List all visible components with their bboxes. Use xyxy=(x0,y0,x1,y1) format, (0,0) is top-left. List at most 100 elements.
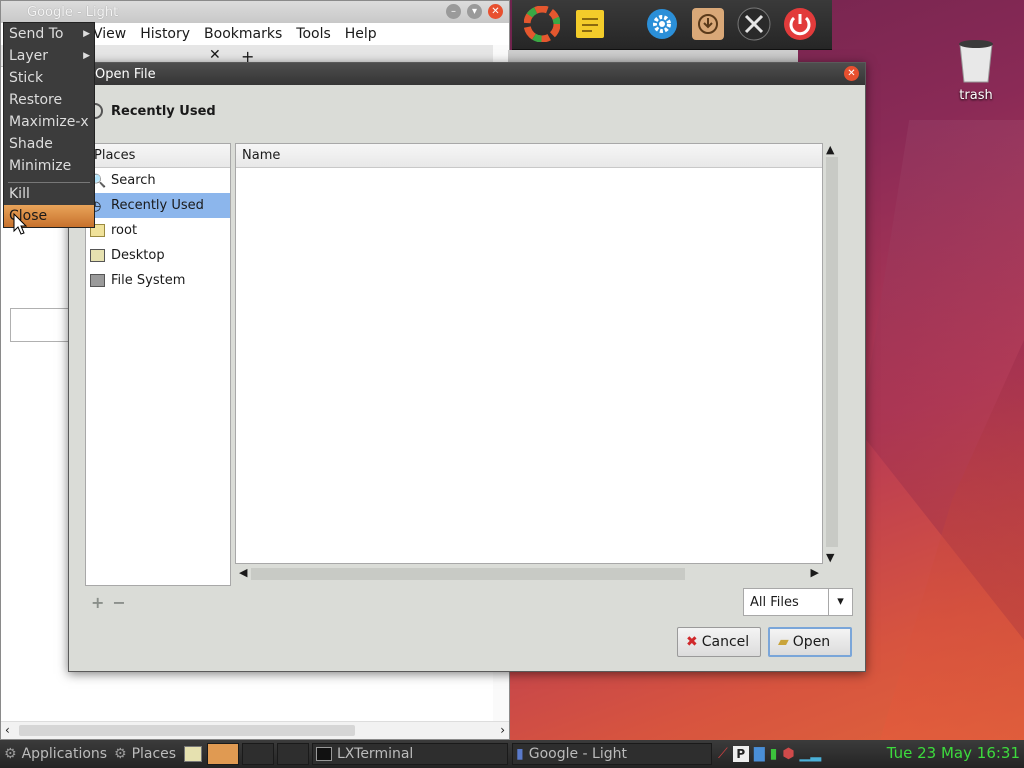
color-wheel-icon[interactable] xyxy=(524,6,560,42)
add-bookmark-icon[interactable]: + xyxy=(91,593,104,612)
place-desktop[interactable]: Desktop xyxy=(86,243,230,268)
desktop-trash[interactable]: trash xyxy=(950,38,1002,103)
app-dock xyxy=(512,0,832,50)
places-menu[interactable]: ⚙ Places xyxy=(114,744,176,764)
menu-item-send-to[interactable]: Send To ▶ xyxy=(4,23,94,45)
place-label: Search xyxy=(111,173,156,188)
menu-item-minimize[interactable]: Minimize xyxy=(4,155,94,177)
task-browser-content: ▮ Google - Light xyxy=(516,744,627,764)
database-icon[interactable]: ▮ xyxy=(770,746,778,762)
close-tab-icon[interactable]: ✕ xyxy=(209,47,221,63)
desktop-icon xyxy=(184,746,202,762)
places-header[interactable]: Places xyxy=(86,144,230,168)
workspace-2[interactable] xyxy=(242,743,274,765)
dialog-titlebar[interactable]: Open File xyxy=(69,63,865,85)
minimize-button[interactable]: – xyxy=(446,4,461,19)
mouse-cursor-icon xyxy=(13,213,27,235)
scroll-up-icon[interactable]: ▲ xyxy=(826,143,834,156)
settings-gear-icon[interactable] xyxy=(644,6,680,42)
file-type-filter[interactable]: All Files ▾ xyxy=(743,588,853,616)
place-label: root xyxy=(111,223,138,238)
menu-item-shade[interactable]: Shade xyxy=(4,133,94,155)
menu-item-stick[interactable]: Stick xyxy=(4,67,94,89)
open-file-dialog: Open File ✕ Recently Used Places 🔍 Searc… xyxy=(68,62,866,672)
place-root[interactable]: root xyxy=(86,218,230,243)
workspace-1[interactable] xyxy=(207,743,239,765)
menu-item-label: Maximize-x xyxy=(9,114,89,130)
power-icon[interactable] xyxy=(782,6,818,42)
trash-label: trash xyxy=(959,88,993,103)
download-manager-icon[interactable] xyxy=(690,6,726,42)
submenu-arrow-icon: ▶ xyxy=(83,29,90,39)
scroll-trough[interactable] xyxy=(251,568,685,580)
system-tools-icon[interactable] xyxy=(736,6,772,42)
network-off-icon[interactable]: ⟋ xyxy=(718,746,728,762)
menu-item-maximize-x[interactable]: Maximize-x xyxy=(4,111,94,133)
show-desktop-button[interactable] xyxy=(184,744,202,764)
name-column-header[interactable]: Name xyxy=(236,144,822,168)
scroll-thumb[interactable] xyxy=(19,725,355,736)
place-file-system[interactable]: File System xyxy=(86,268,230,293)
open-label: Open xyxy=(792,634,831,650)
place-search[interactable]: 🔍 Search xyxy=(86,168,230,193)
close-button[interactable]: ✕ xyxy=(488,4,503,19)
windows-icon[interactable]: ▇ xyxy=(754,746,765,762)
window-context-menu: Send To ▶ Layer ▶ Stick Restore Maximize-x… xyxy=(3,22,95,228)
maximize-button[interactable]: ▾ xyxy=(467,4,482,19)
applications-menu[interactable]: ⚙ Applications xyxy=(4,744,107,764)
cancel-icon: ✖ xyxy=(686,634,698,650)
clock[interactable]: Tue 23 May 16:31 xyxy=(887,744,1020,762)
menu-item-label: Send To xyxy=(9,26,64,42)
location-bar: Recently Used xyxy=(87,103,216,119)
file-list-horizontal-scrollbar[interactable]: ◀ ▶ xyxy=(235,565,823,583)
dialog-close-button[interactable]: ✕ xyxy=(844,66,859,81)
submenu-arrow-icon: ▶ xyxy=(83,51,90,61)
sticky-notes-icon[interactable] xyxy=(572,6,608,42)
filter-value: All Files xyxy=(750,594,799,610)
menu-view[interactable]: View xyxy=(93,26,126,42)
place-label: File System xyxy=(111,273,186,288)
menu-item-kill[interactable]: Kill xyxy=(4,183,94,205)
menu-item-label: Kill xyxy=(9,186,30,202)
menu-item-layer[interactable]: Layer ▶ xyxy=(4,45,94,67)
scroll-left-icon[interactable]: ◀ xyxy=(239,566,247,579)
applications-label: Applications xyxy=(21,746,108,762)
browser-task-label: Google - Light xyxy=(528,746,627,762)
menu-item-label: Layer xyxy=(9,48,49,64)
scroll-down-icon[interactable]: ▼ xyxy=(826,551,834,564)
open-button[interactable]: ▰ Open xyxy=(768,627,852,657)
places-icon: ⚙ xyxy=(114,746,127,762)
horizontal-scrollbar[interactable]: ‹ › xyxy=(1,721,509,739)
place-recently-used[interactable]: ◷ Recently Used xyxy=(86,193,230,218)
scroll-trough[interactable] xyxy=(826,157,838,547)
browser-titlebar[interactable]: Google - Light – ▾ ✕ xyxy=(1,1,509,23)
browser-icon: ▮ xyxy=(516,746,524,762)
shield-icon[interactable]: ⬢ xyxy=(782,746,794,762)
remove-bookmark-icon[interactable]: − xyxy=(112,593,125,612)
scroll-right-icon[interactable]: ▶ xyxy=(811,566,819,579)
menu-item-label: Stick xyxy=(9,70,44,86)
parking-icon[interactable]: P xyxy=(732,746,749,762)
browser-title: Google - Light xyxy=(27,4,119,20)
cancel-label: Cancel xyxy=(701,634,750,650)
search-input[interactable] xyxy=(10,308,72,342)
menu-item-label: Shade xyxy=(9,136,53,152)
menu-history[interactable]: History xyxy=(140,26,190,42)
menu-help[interactable]: Help xyxy=(345,26,377,42)
menu-item-label: Minimize xyxy=(9,158,72,174)
drive-icon xyxy=(90,274,105,287)
bookmark-controls: + − xyxy=(91,593,126,612)
file-list-vertical-scrollbar[interactable]: ▲ ▼ xyxy=(823,143,841,564)
trash-icon xyxy=(959,40,993,83)
scroll-right-icon[interactable]: › xyxy=(500,723,505,737)
system-tray: ⟋ P ▇ ▮ ⬢ ▁▂ xyxy=(718,744,821,764)
places-panel: Places 🔍 Search ◷ Recently Used root Des… xyxy=(85,143,231,586)
scroll-left-icon[interactable]: ‹ xyxy=(5,723,10,737)
chevron-down-icon[interactable]: ▾ xyxy=(828,589,852,615)
menu-tools[interactable]: Tools xyxy=(296,26,331,42)
file-list[interactable]: Name xyxy=(235,143,823,564)
menu-bookmarks[interactable]: Bookmarks xyxy=(204,26,282,42)
cancel-button[interactable]: ✖ Cancel xyxy=(677,627,761,657)
menu-item-restore[interactable]: Restore xyxy=(4,89,94,111)
workspace-3[interactable] xyxy=(277,743,309,765)
